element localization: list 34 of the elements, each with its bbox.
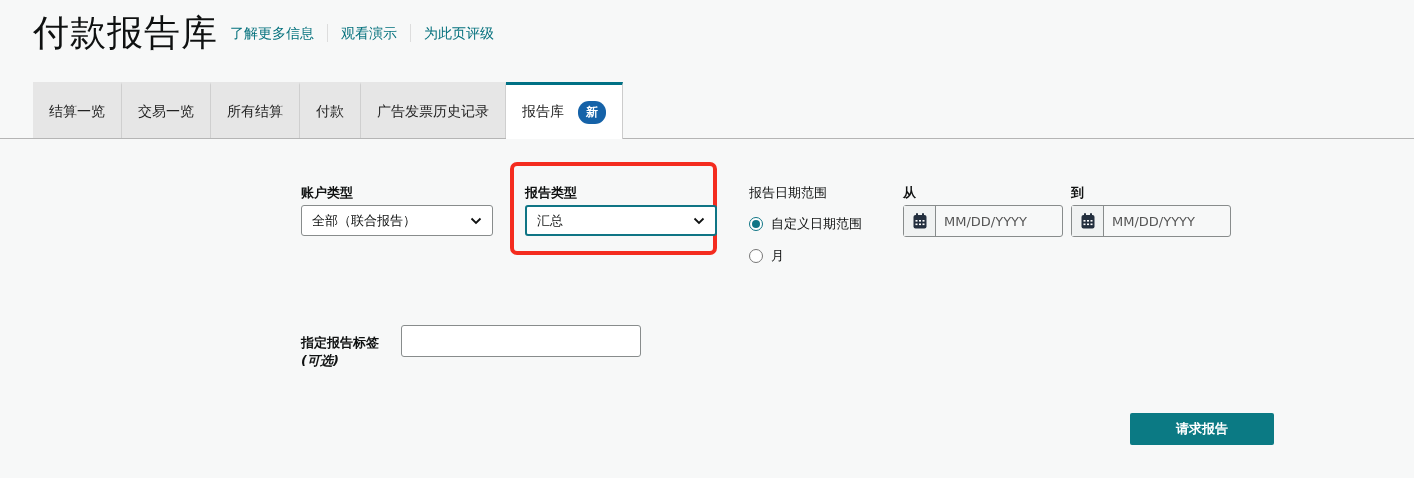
field-label: 账户类型 — [301, 185, 354, 201]
field-label: 报告类型 — [525, 185, 578, 201]
chevron-down-icon — [470, 216, 482, 225]
dropdown[interactable]: 全部（联合报告） — [301, 205, 493, 236]
page-title: 付款报告库 — [33, 10, 218, 55]
date-field[interactable]: MM/DD/YYYY — [1071, 205, 1231, 237]
radio-button[interactable] — [749, 217, 763, 231]
new-badge: 新 — [578, 100, 606, 124]
field-label: 指定报告标签 — [301, 335, 379, 350]
radio-label: 自定义日期范围 — [771, 215, 862, 233]
tab[interactable]: 广告发票历史记录 — [361, 82, 506, 138]
request-report-button[interactable]: 请求报告 — [1130, 413, 1274, 445]
date-input[interactable]: MM/DD/YYYY — [1104, 206, 1230, 236]
field-label: 报告日期范围 — [749, 185, 828, 201]
dropdown[interactable]: 汇总 — [525, 205, 717, 236]
input-field[interactable] — [401, 325, 641, 357]
tab[interactable]: 所有结算 — [211, 82, 300, 138]
header-link[interactable]: 观看演示 — [327, 24, 410, 42]
optional-hint: (可选) — [301, 352, 340, 370]
field-label: 到 — [1071, 185, 1085, 201]
calendar-icon — [1080, 213, 1095, 229]
field-label: 从 — [903, 185, 917, 201]
date-field[interactable]: MM/DD/YYYY — [903, 205, 1063, 237]
header-link[interactable]: 为此页评级 — [410, 24, 507, 42]
header-link[interactable]: 了解更多信息 — [230, 24, 327, 42]
tab[interactable]: 报告库 新 — [506, 82, 623, 139]
date-input[interactable]: MM/DD/YYYY — [936, 206, 1062, 236]
tab[interactable]: 结算一览 — [33, 82, 122, 138]
chevron-down-icon — [693, 216, 705, 225]
radio-label: 月 — [771, 247, 784, 265]
radio-button[interactable] — [749, 249, 763, 263]
calendar-icon — [912, 213, 927, 229]
tab[interactable]: 付款 — [300, 82, 361, 138]
tab[interactable]: 交易一览 — [122, 82, 211, 138]
